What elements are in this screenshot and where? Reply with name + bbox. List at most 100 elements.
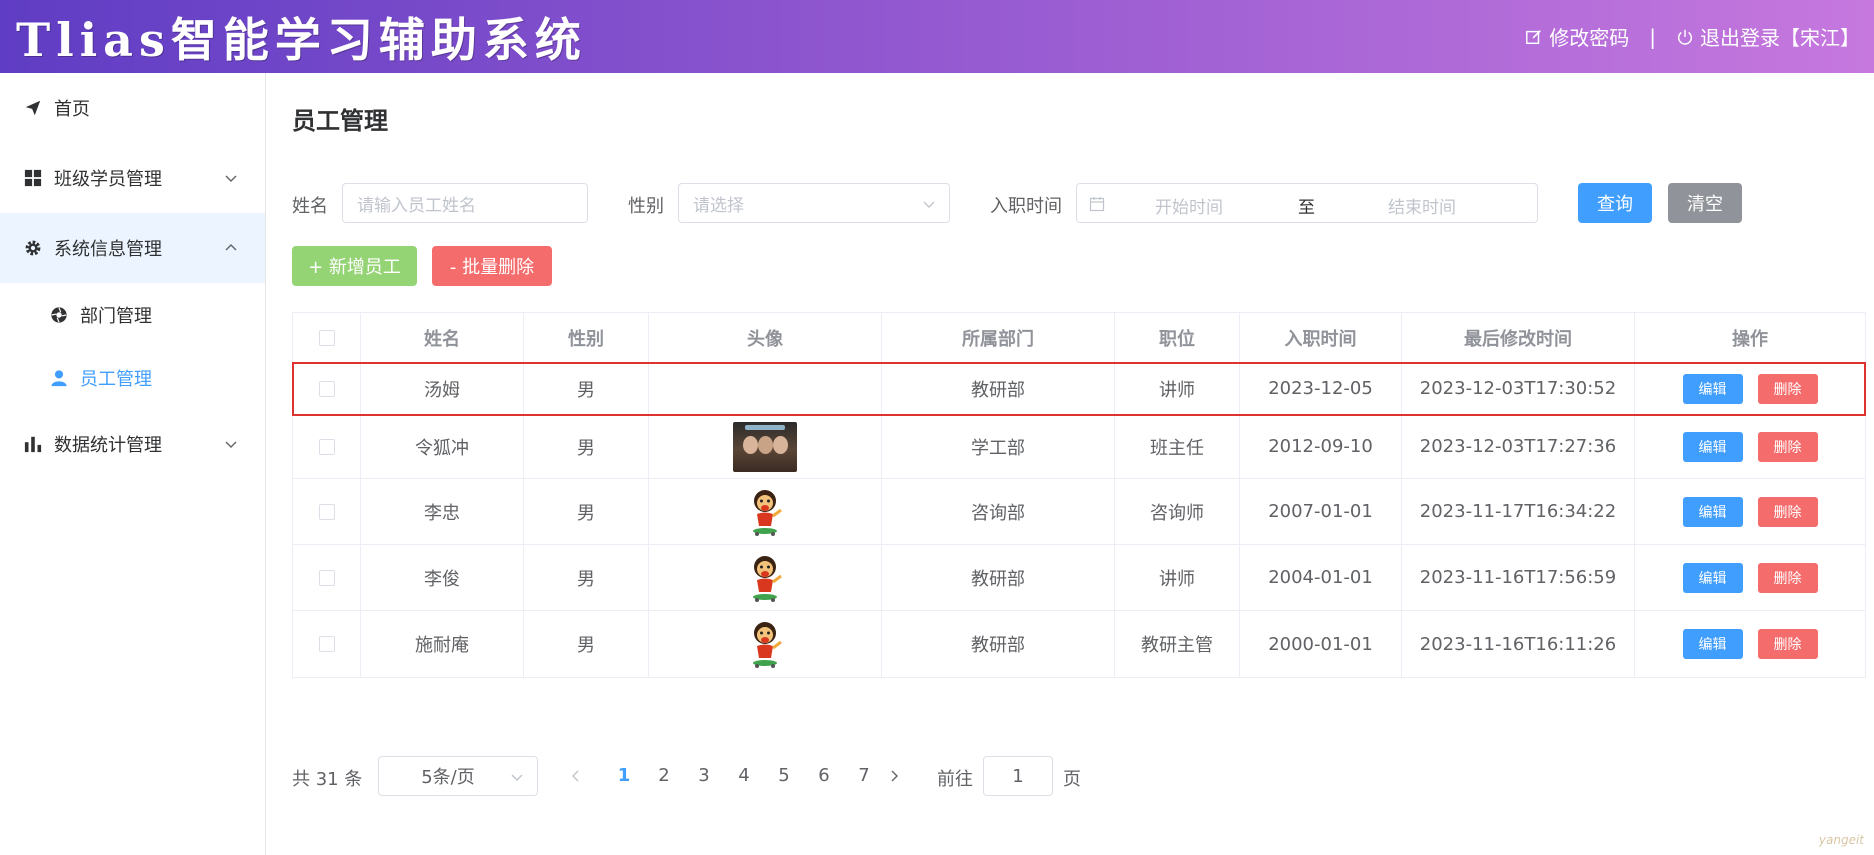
page-number[interactable]: 6 <box>804 765 844 786</box>
table-row[interactable]: 令狐冲男学工部 班主任 2012-09-10 2023-12-03T17:27:36 编… <box>293 415 1865 479</box>
job-cell: 讲师 <box>1115 545 1240 610</box>
row-checkbox[interactable] <box>318 636 335 652</box>
page-size-select[interactable]: 5条/页 <box>378 756 538 796</box>
edit-button[interactable]: 编辑 <box>1682 496 1743 527</box>
date-range-separator: 至 <box>1298 198 1315 218</box>
gender-select[interactable]: 请选择 <box>678 183 950 223</box>
gender-cell: 男 <box>524 479 649 544</box>
sidebar-item-label: 数据统计管理 <box>54 435 162 456</box>
sidebar-item-system-info[interactable]: 系统信息管理 <box>0 213 265 283</box>
clear-button[interactable]: 清空 <box>1668 183 1742 223</box>
add-employee-button[interactable]: + 新增员工 <box>292 246 417 286</box>
column-header: 性别 <box>524 313 649 362</box>
gender-cell: 男 <box>524 545 649 610</box>
change-password-link[interactable]: 修改密码 <box>1525 22 1629 51</box>
entry-date-cell: 2023-12-05 <box>1240 363 1402 414</box>
updated-time-cell: 2023-11-16T16:11:26 <box>1402 611 1635 677</box>
delete-button[interactable]: 删除 <box>1757 431 1818 462</box>
delete-button[interactable]: 删除 <box>1757 629 1818 659</box>
gear-icon <box>25 240 41 256</box>
sidebar-item-home[interactable]: 首页 <box>0 73 265 143</box>
end-date-placeholder[interactable]: 结束时间 <box>1388 193 1456 218</box>
logout-link[interactable]: 退出登录【宋江】 <box>1676 22 1860 51</box>
job-cell: 讲师 <box>1115 363 1240 414</box>
entry-date-range-picker[interactable]: 开始时间 至 结束时间 <box>1076 183 1538 223</box>
column-header: 入职时间 <box>1240 313 1402 362</box>
select-cell <box>293 611 361 677</box>
page-size-value: 5条/页 <box>421 767 475 788</box>
column-header: 所属部门 <box>882 313 1115 362</box>
page-number[interactable]: 7 <box>844 765 884 786</box>
prev-page-icon[interactable] <box>570 769 582 783</box>
next-page-icon[interactable] <box>888 769 900 783</box>
avatar-cell <box>649 611 882 677</box>
avatar-cell <box>649 545 882 610</box>
delete-button[interactable]: 删除 <box>1757 496 1818 527</box>
select-cell <box>293 363 361 414</box>
watermark: yangeit <box>1818 833 1864 847</box>
column-header: 最后修改时间 <box>1402 313 1635 362</box>
name-label: 姓名 <box>292 196 328 217</box>
avatar-cell <box>649 479 882 544</box>
name-cell: 李忠 <box>361 479 524 544</box>
page-number[interactable]: 3 <box>684 765 724 786</box>
sidebar-item-label: 部门管理 <box>80 305 152 327</box>
operations-cell: 编辑 删除 <box>1635 479 1865 544</box>
page-number[interactable]: 5 <box>764 765 804 786</box>
column-header: 头像 <box>649 313 882 362</box>
table-row[interactable]: 李忠男咨询部 咨询师 2007-01-01 2023-11-17T16:34:22 编辑… <box>293 479 1865 545</box>
goto-page-input[interactable]: 1 <box>983 756 1053 796</box>
table-row[interactable]: 李俊男教研部 讲师 2004-01-01 2023-11-16T17:56:59 编辑删… <box>293 545 1865 611</box>
avatar <box>753 489 782 536</box>
entry-date-cell: 2007-01-01 <box>1240 479 1402 544</box>
sidebar-item-label: 首页 <box>54 99 90 120</box>
paper-plane-icon <box>25 100 41 116</box>
job-cell: 班主任 <box>1115 415 1240 478</box>
avatar <box>753 555 782 602</box>
edit-button[interactable]: 编辑 <box>1682 562 1743 593</box>
query-button[interactable]: 查询 <box>1578 183 1652 223</box>
delete-button[interactable]: 删除 <box>1757 562 1818 593</box>
page-number[interactable]: 4 <box>724 765 764 786</box>
row-checkbox[interactable] <box>318 569 335 586</box>
gender-label: 性别 <box>628 196 664 217</box>
page-number[interactable]: 2 <box>644 765 684 786</box>
select-cell <box>293 545 361 610</box>
updated-time-cell: 2023-12-03T17:30:52 <box>1402 363 1635 414</box>
edit-button[interactable]: 编辑 <box>1682 431 1743 462</box>
department-cell: 教研部 <box>882 363 1115 414</box>
edit-button[interactable]: 编辑 <box>1682 373 1743 404</box>
column-header: 姓名 <box>361 313 524 362</box>
select-all-checkbox[interactable] <box>318 329 335 346</box>
edit-icon <box>1526 29 1542 44</box>
row-checkbox[interactable] <box>318 438 335 455</box>
bar-chart-icon <box>24 436 42 453</box>
row-checkbox[interactable] <box>318 380 335 397</box>
name-cell: 令狐冲 <box>361 415 524 478</box>
select-all-cell <box>293 313 361 362</box>
sidebar-item-statistics[interactable]: 数据统计管理 <box>0 409 265 479</box>
page-unit-label: 页 <box>1063 769 1081 790</box>
sidebar-item-label: 员工管理 <box>80 368 152 390</box>
sidebar-item-employee[interactable]: 员工管理 <box>0 346 265 409</box>
table-row[interactable]: 汤姆男教研部 讲师 2023-12-05 2023-12-03T17:30:52 编辑删… <box>292 362 1866 416</box>
sidebar-item-class-student[interactable]: 班级学员管理 <box>0 143 265 213</box>
edit-button[interactable]: 编辑 <box>1682 629 1743 659</box>
operations-cell: 编辑 删除 <box>1635 545 1865 610</box>
search-form: 姓名 请输入员工姓名 性别 请选择 入职时间 开始时间 至 结束时间 查询 清空 <box>292 183 1866 223</box>
department-cell: 教研部 <box>882 545 1115 610</box>
page-number[interactable]: 1 <box>604 765 644 786</box>
batch-delete-button[interactable]: - 批量删除 <box>432 246 552 286</box>
job-cell: 咨询师 <box>1115 479 1240 544</box>
name-cell: 汤姆 <box>361 363 524 414</box>
pagination: 共 31 条 5条/页 1234567 前往 1 页 <box>292 756 1292 796</box>
employee-table: 姓名 性别 头像 所属部门 职位 入职时间 最后修改时间 操作 汤姆男教研部 讲师… <box>292 312 1866 678</box>
name-input[interactable]: 请输入员工姓名 <box>342 183 588 223</box>
row-checkbox[interactable] <box>318 503 335 520</box>
sidebar-item-department[interactable]: 部门管理 <box>0 283 265 346</box>
grid-icon <box>24 169 42 187</box>
chevron-down-icon <box>225 175 237 182</box>
delete-button[interactable]: 删除 <box>1757 373 1818 404</box>
table-row[interactable]: 施耐庵男 教研部 教研主管 2000-01-01 2023-11-16T16:11:26… <box>293 611 1865 677</box>
start-date-placeholder[interactable]: 开始时间 <box>1155 193 1223 218</box>
